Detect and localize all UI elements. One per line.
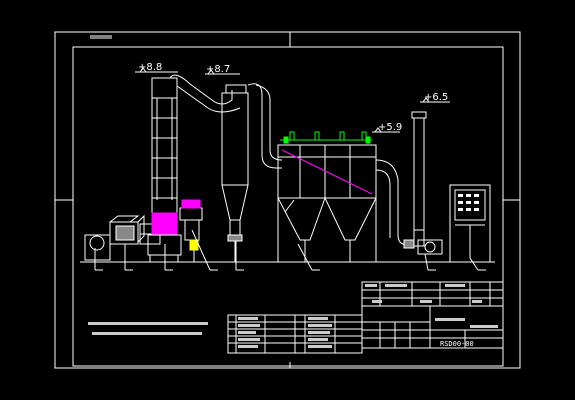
duct-outline bbox=[176, 85, 241, 113]
control-cabinet bbox=[449, 184, 491, 263]
duct-to-stack bbox=[375, 159, 409, 246]
cad-drawing-canvas: +8.8 +8.7 +5.9 +6.5 RSD00-00 bbox=[0, 0, 575, 400]
drying-tower bbox=[147, 77, 182, 262]
drawing-notes bbox=[88, 322, 208, 335]
blower-unit bbox=[84, 214, 161, 261]
pulse-valves bbox=[280, 131, 372, 144]
elevation-label-1: +8.8 bbox=[138, 62, 162, 73]
elevation-label-2: +8.7 bbox=[206, 64, 230, 75]
cad-drawing-svg: +8.8 +8.7 +5.9 +6.5 RSD00-00 bbox=[54, 31, 521, 369]
exhaust-stack bbox=[403, 111, 443, 255]
duct-cyclone-to-baghouse bbox=[247, 83, 282, 169]
baghouse-filter bbox=[277, 144, 377, 262]
feeder-unit bbox=[179, 199, 203, 262]
duct-tower-to-cyclone bbox=[169, 74, 233, 105]
duct-to-stack-outline bbox=[375, 169, 391, 238]
elevation-label-3: +5.9 bbox=[378, 122, 402, 133]
elevation-label-4: +6.5 bbox=[424, 92, 448, 103]
drawing-number: RSD00-00 bbox=[440, 340, 474, 348]
title-block bbox=[361, 281, 504, 349]
